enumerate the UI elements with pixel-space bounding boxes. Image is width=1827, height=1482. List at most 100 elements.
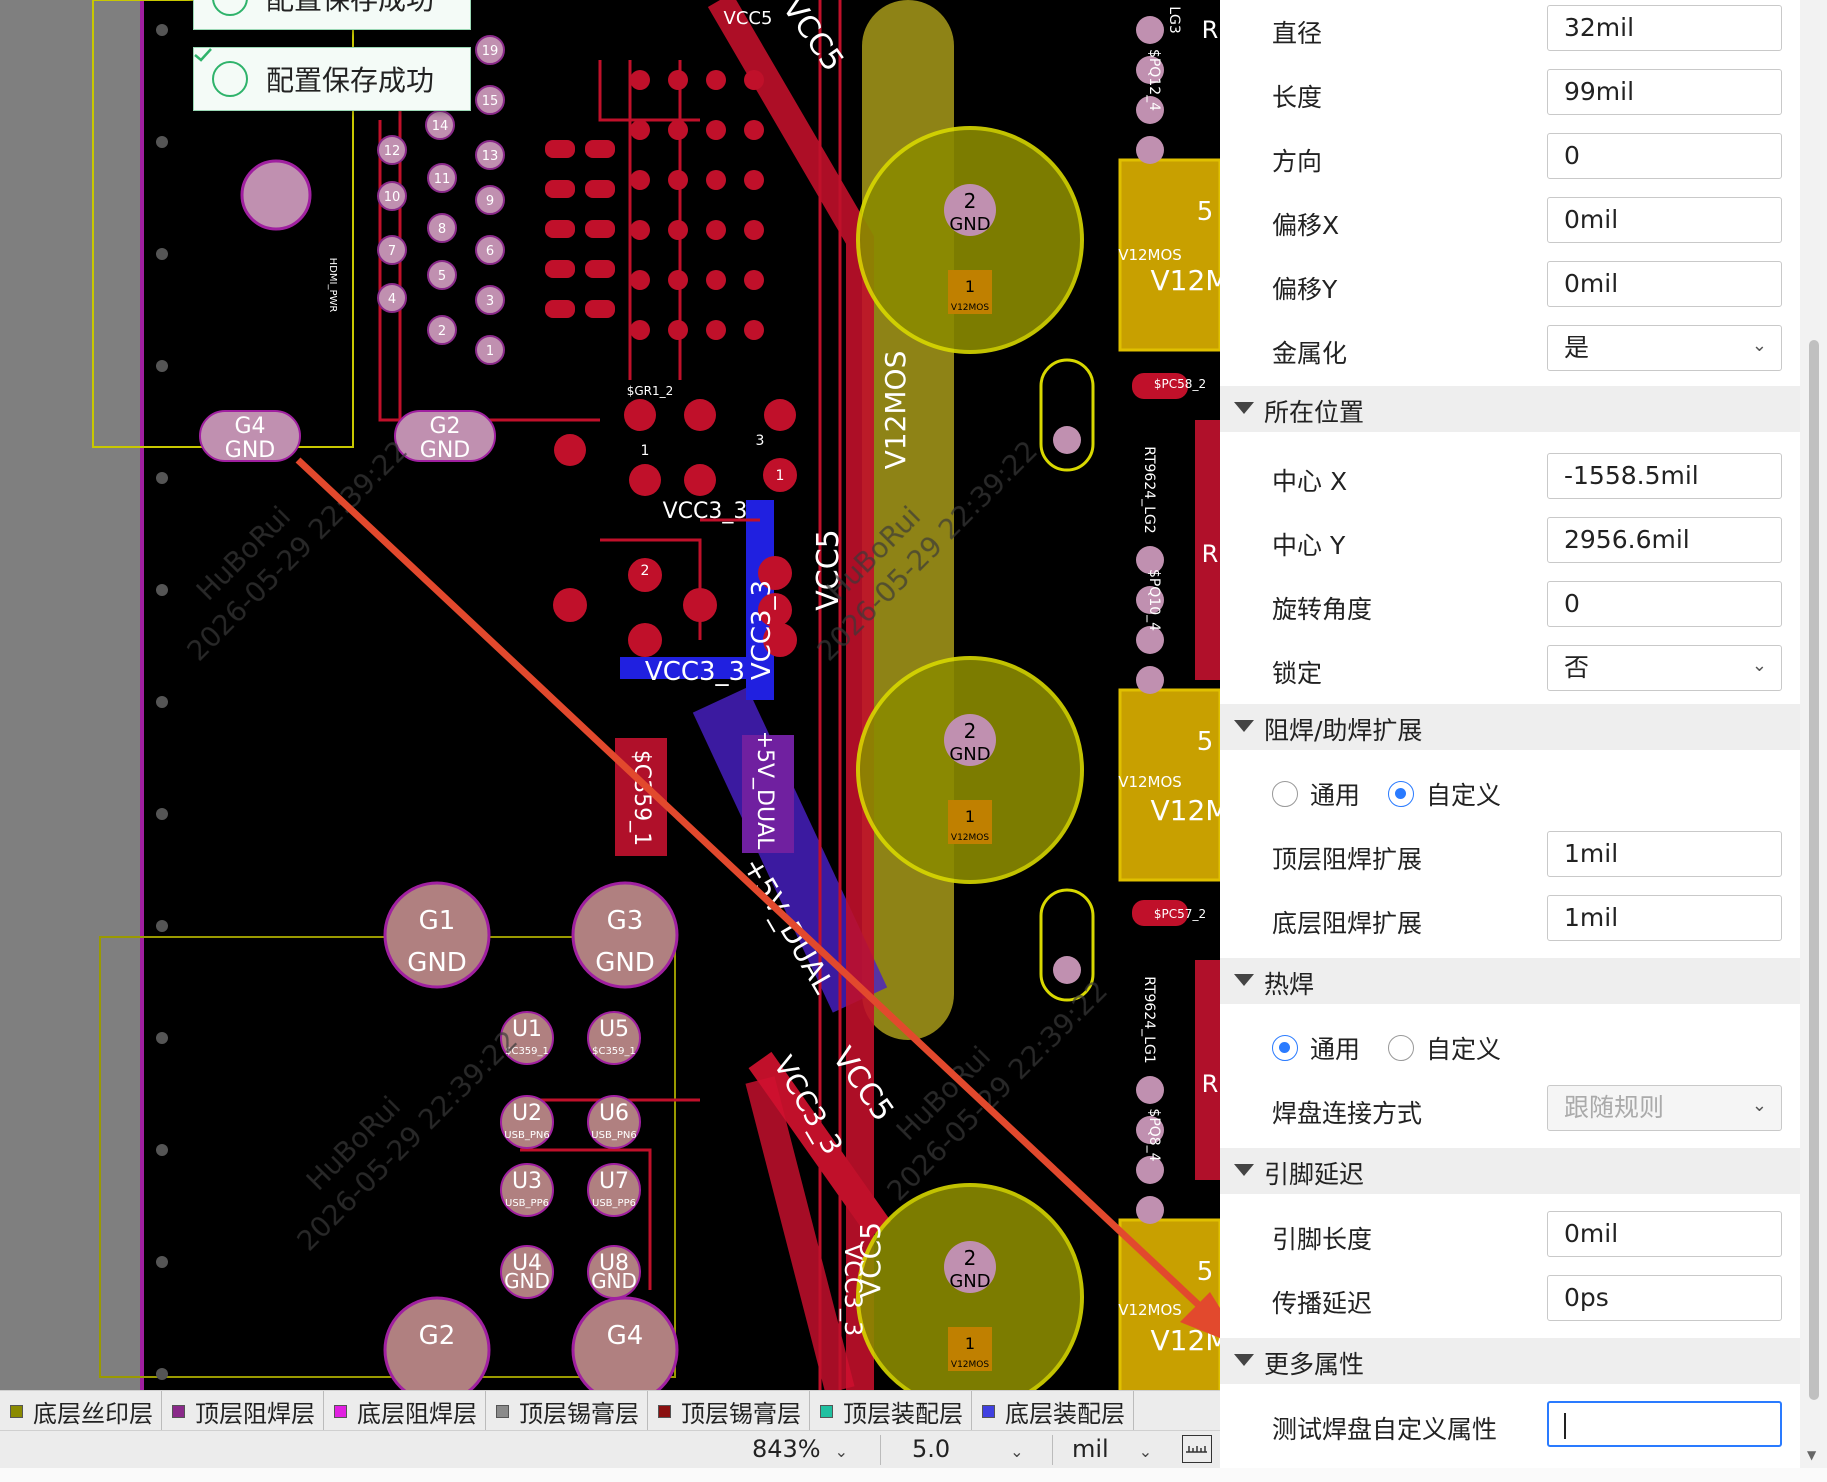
layer-item[interactable]: 顶层阻焊层 (162, 1391, 324, 1431)
layer-name: 底层装配层 (1005, 1399, 1125, 1428)
section-pin-delay[interactable]: 引脚延迟 (1220, 1148, 1800, 1194)
center-x-input[interactable]: -1558.5mil (1547, 453, 1782, 499)
panel-scrollbar[interactable]: ▼ (1800, 0, 1827, 1468)
radio-custom[interactable]: 自定义 (1388, 1030, 1501, 1066)
net-label-rt-lg2: RT9624_LG2 (1141, 446, 1157, 533)
pad (684, 399, 716, 431)
pad-number: U2 (512, 1101, 542, 1126)
bottom-mask-input[interactable]: 1mil (1547, 895, 1782, 941)
zoom-value: 843% (752, 1435, 821, 1463)
center-y-input[interactable]: 2956.6mil (1547, 517, 1782, 563)
net-label-v12mos: V12MOS (879, 351, 912, 470)
pad-number: 1 (965, 807, 975, 826)
smd-pad (706, 120, 726, 140)
lock-select[interactable]: 否 ⌄ (1547, 645, 1782, 691)
diameter-input[interactable]: 32mil (1547, 5, 1782, 51)
radio-general[interactable]: 通用 (1272, 1030, 1360, 1066)
via (156, 24, 168, 36)
property-panel: 直径 32mil 长度 99mil 方向 0 偏移X 0mil 偏移Y 0mil… (1220, 0, 1810, 1468)
custom-attr-input[interactable] (1547, 1401, 1782, 1447)
pad-number: U7 (599, 1169, 629, 1194)
section-mask-expansion[interactable]: 阻焊/助焊扩展 (1220, 704, 1800, 750)
connector-pad (1136, 1076, 1164, 1104)
offset-x-input[interactable]: 0mil (1547, 197, 1782, 243)
pad-number: 2 (964, 189, 977, 213)
layer-item[interactable]: 顶层锡膏层 (648, 1391, 810, 1431)
section-more-props[interactable]: 更多属性 (1220, 1338, 1800, 1384)
scrollbar-thumb[interactable] (1809, 340, 1819, 1400)
rotation-input[interactable]: 0 (1547, 581, 1782, 627)
top-mask-input[interactable]: 1mil (1547, 831, 1782, 877)
radio-circle-icon (1388, 1035, 1414, 1061)
watermark-time: 2026-05-29 22:39:22 (180, 434, 414, 668)
pad-number: 1 (965, 1334, 975, 1353)
toast-save-success: 配置保存成功 (193, 0, 471, 30)
smd-pad (630, 320, 650, 340)
layer-name: 顶层锡膏层 (681, 1399, 801, 1428)
pad-net: GND (949, 1271, 990, 1292)
pin-number: 7 (388, 244, 396, 259)
layer-item[interactable]: 底层丝印层 (0, 1391, 162, 1431)
length-input[interactable]: 99mil (1547, 69, 1782, 115)
pin-number: 2 (438, 324, 446, 339)
section-title: 所在位置 (1264, 398, 1365, 427)
smd-pad (545, 260, 575, 278)
offset-y-input[interactable]: 0mil (1547, 261, 1782, 307)
cap-pad (1053, 956, 1081, 984)
check-circle-icon (212, 0, 248, 16)
ruler-icon[interactable] (1182, 1435, 1212, 1463)
pin-number: 8 (438, 222, 446, 237)
via (156, 1256, 168, 1268)
prop-row-direction: 方向 0 (1220, 128, 1800, 192)
prop-delay-input[interactable]: 0ps (1547, 1275, 1782, 1321)
layer-item[interactable]: 顶层装配层 (810, 1391, 972, 1431)
divider (1052, 1435, 1053, 1465)
smd-pad (585, 220, 615, 238)
via (156, 472, 168, 484)
pin-number: 1 (486, 344, 494, 359)
layer-name: 顶层锡膏层 (519, 1399, 639, 1428)
grid-select[interactable]: 5.0 ⌄ (912, 1435, 1024, 1463)
collapse-triangle-icon (1234, 402, 1254, 414)
scroll-down-icon[interactable]: ▼ (1807, 1448, 1816, 1462)
unit-select[interactable]: mil ⌄ (1072, 1435, 1152, 1463)
smd-pad (706, 320, 726, 340)
pcb-canvas[interactable]: 19 15 14 13 12 11 10 9 8 7 6 5 4 3 2 1 G4 GND G2 GND G1 GND… (0, 0, 1220, 1390)
component-label: V12M (1151, 794, 1220, 827)
via (156, 584, 168, 596)
pad-net: USB_PP6 (505, 1198, 549, 1209)
radio-general[interactable]: 通用 (1272, 776, 1360, 812)
section-thermal[interactable]: 热焊 (1220, 958, 1800, 1004)
layer-item[interactable]: 顶层锡膏层 (486, 1391, 648, 1431)
direction-input[interactable]: 0 (1547, 133, 1782, 179)
prop-label: 底层阻焊扩展 (1272, 909, 1423, 938)
net-label-vcc5: VCC5 (724, 8, 773, 29)
layer-name: 底层丝印层 (33, 1399, 153, 1428)
smd-pad (668, 220, 688, 240)
net-label-pq12: $PQ12_4 (1146, 49, 1162, 111)
pad-number: G4 (607, 1321, 644, 1351)
pad-number: G2 (419, 1321, 456, 1351)
layer-item[interactable]: 底层装配层 (972, 1391, 1134, 1431)
prop-row-prop-delay: 传播延迟 0ps (1220, 1270, 1800, 1334)
board-edge-area (0, 0, 140, 1390)
component-label: V12M (1151, 264, 1220, 297)
toast-message: 配置保存成功 (266, 64, 435, 97)
chevron-down-icon: ⌄ (834, 1442, 849, 1461)
prop-row-thermal-conn: 焊盘连接方式 跟随规则 ⌄ (1220, 1080, 1800, 1144)
section-position[interactable]: 所在位置 (1220, 386, 1800, 432)
pin-length-input[interactable]: 0mil (1547, 1211, 1782, 1257)
connector-pad (1136, 136, 1164, 164)
smd-pad (585, 180, 615, 198)
prop-row-lock: 锁定 否 ⌄ (1220, 640, 1800, 704)
layer-item[interactable]: 底层阻焊层 (324, 1391, 486, 1431)
pcb-drawing[interactable]: 19151413121110 987 654 321 G4GNDG2GND G1GND… (0, 0, 1220, 1390)
pin-number: 11 (434, 172, 451, 187)
pad-number: U6 (599, 1101, 629, 1126)
radio-custom[interactable]: 自定义 (1388, 776, 1501, 812)
zoom-select[interactable]: 843% ⌄ (752, 1435, 848, 1463)
pad-net: GND (591, 1269, 637, 1293)
pad-number: G4 (234, 414, 265, 439)
metallize-select[interactable]: 是 ⌄ (1547, 325, 1782, 371)
radio-selected-icon (1388, 781, 1414, 807)
